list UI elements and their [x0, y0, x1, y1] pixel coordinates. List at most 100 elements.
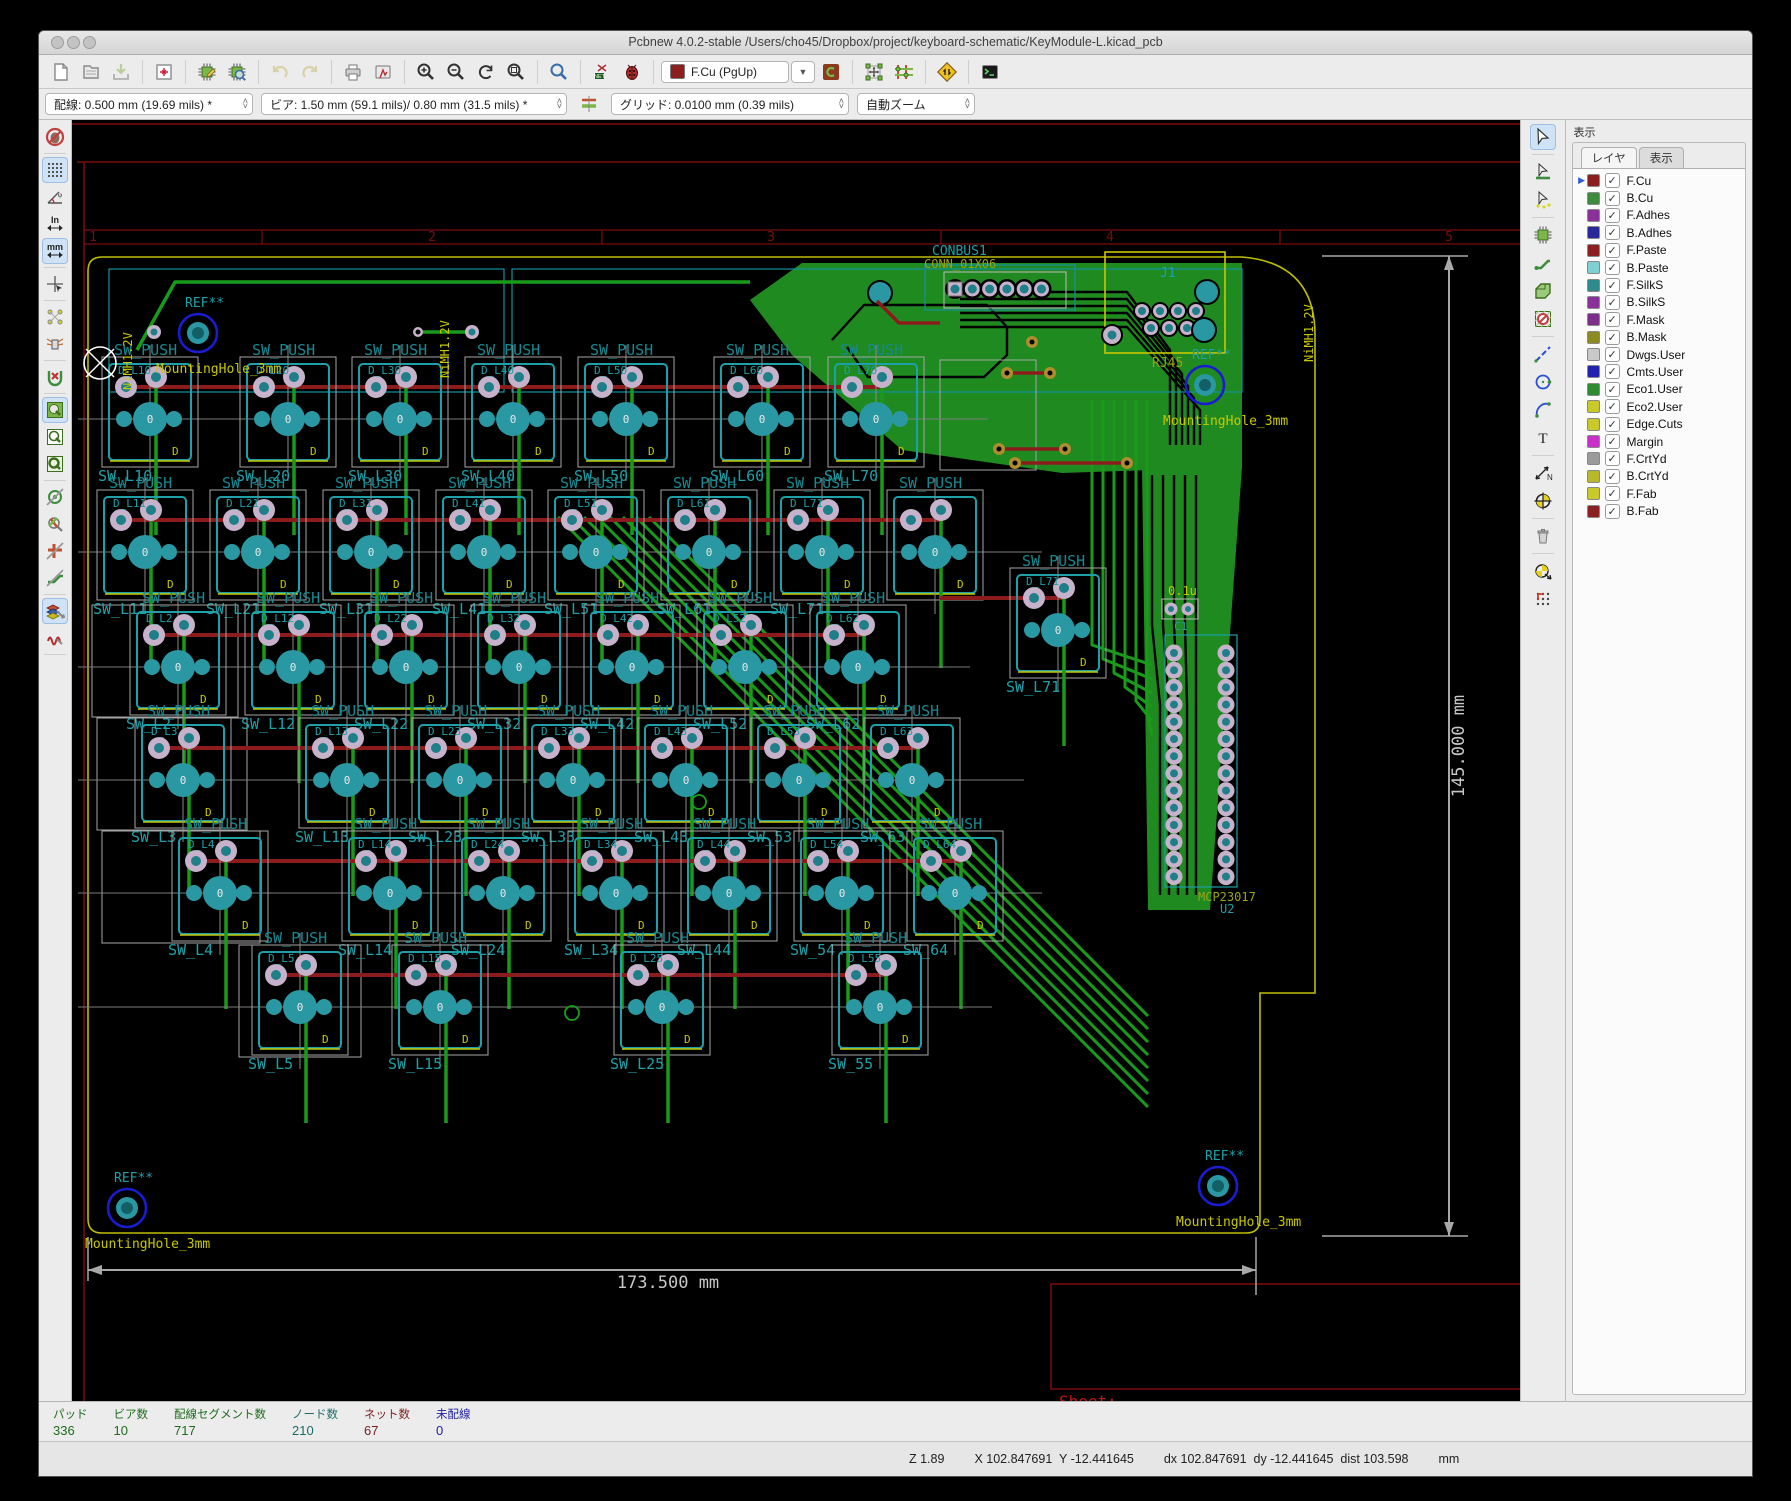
pads-sketch-toggle[interactable] [42, 538, 68, 564]
layer-color-swatch[interactable] [1587, 348, 1600, 361]
units-mm-toggle[interactable]: mm [42, 238, 68, 264]
layer-row-Cmts.User[interactable]: ✓Cmts.User [1573, 363, 1745, 380]
zoom-select[interactable]: 自動ズーム ˄˅ [857, 93, 975, 115]
grid-visibility-toggle[interactable] [42, 157, 68, 183]
layer-color-swatch[interactable] [1587, 261, 1600, 274]
layer-row-Margin[interactable]: ✓Margin [1573, 433, 1745, 450]
layer-color-swatch[interactable] [1587, 244, 1600, 257]
tab-render[interactable]: 表示 [1639, 147, 1684, 168]
layer-row-F.Adhes[interactable]: ✓F.Adhes [1573, 207, 1745, 224]
layer-visibility-checkbox[interactable]: ✓ [1605, 486, 1620, 501]
layer-row-B.SilkS[interactable]: ✓B.SilkS [1573, 294, 1745, 311]
track-via-mode-button[interactable] [817, 58, 845, 86]
track-width-select[interactable]: 配線: 0.500 mm (19.69 mils) * ˄˅ [45, 93, 253, 115]
interactive-router-settings-button[interactable] [933, 58, 961, 86]
via-size-select[interactable]: ビア: 1.50 mm (59.1 mils)/ 0.80 mm (31.5 m… [261, 93, 567, 115]
drill-origin-tool[interactable] [1530, 558, 1556, 584]
layer-color-swatch[interactable] [1587, 174, 1600, 187]
layer-row-B.Mask[interactable]: ✓B.Mask [1573, 329, 1745, 346]
layer-row-B.Fab[interactable]: ✓B.Fab [1573, 502, 1745, 519]
layer-visibility-checkbox[interactable]: ✓ [1605, 208, 1620, 223]
layer-visibility-checkbox[interactable]: ✓ [1605, 469, 1620, 484]
add-text-tool[interactable]: T [1530, 425, 1556, 451]
add-dimension-tool[interactable]: N [1530, 460, 1556, 486]
layer-color-swatch[interactable] [1587, 418, 1600, 431]
layer-color-swatch[interactable] [1587, 505, 1600, 518]
layer-visibility-checkbox[interactable]: ✓ [1605, 225, 1620, 240]
plot-button[interactable] [369, 58, 397, 86]
new-board-button[interactable] [47, 58, 75, 86]
layer-visibility-checkbox[interactable]: ✓ [1605, 173, 1620, 188]
zoom-out-button[interactable] [442, 58, 470, 86]
highlight-net-tool[interactable] [1530, 159, 1556, 185]
add-target-tool[interactable] [1530, 488, 1556, 514]
zones-outline-alt-toggle[interactable] [42, 451, 68, 477]
layer-color-swatch[interactable] [1587, 296, 1600, 309]
layer-selector[interactable]: F.Cu (PgUp) [661, 61, 789, 83]
vias-sketch-toggle[interactable] [42, 484, 68, 510]
layer-visibility-checkbox[interactable]: ✓ [1605, 364, 1620, 379]
select-tool[interactable] [1530, 124, 1556, 150]
units-inch-toggle[interactable]: In [42, 211, 68, 237]
redraw-button[interactable] [472, 58, 500, 86]
layer-row-B.CrtYd[interactable]: ✓B.CrtYd [1573, 468, 1745, 485]
layer-visibility-checkbox[interactable]: ✓ [1605, 347, 1620, 362]
layer-color-swatch[interactable] [1587, 331, 1600, 344]
layer-row-F.SilkS[interactable]: ✓F.SilkS [1573, 276, 1745, 293]
footprint-mode-button[interactable] [860, 58, 888, 86]
layer-visibility-checkbox[interactable]: ✓ [1605, 451, 1620, 466]
add-zone-tool[interactable] [1530, 278, 1556, 304]
layer-row-F.Mask[interactable]: ✓F.Mask [1573, 311, 1745, 328]
auto-track-width-button[interactable] [575, 90, 603, 118]
open-board-button[interactable] [77, 58, 105, 86]
zoom-fit-button[interactable] [502, 58, 530, 86]
footprint-viewer-button[interactable] [223, 58, 251, 86]
delete-tool[interactable] [1530, 523, 1556, 549]
layer-visibility-checkbox[interactable]: ✓ [1605, 330, 1620, 345]
undo-button[interactable] [266, 58, 294, 86]
footprint-editor-button[interactable] [193, 58, 221, 86]
layer-visibility-checkbox[interactable]: ✓ [1605, 260, 1620, 275]
route-track-tool[interactable] [1530, 250, 1556, 276]
layer-color-swatch[interactable] [1587, 400, 1600, 413]
layer-color-swatch[interactable] [1587, 192, 1600, 205]
layer-color-swatch[interactable] [1587, 365, 1600, 378]
add-arc-tool[interactable] [1530, 397, 1556, 423]
drc-button[interactable] [618, 58, 646, 86]
layer-row-Dwgs.User[interactable]: ✓Dwgs.User [1573, 346, 1745, 363]
layers-manager-toggle[interactable] [42, 598, 68, 624]
layer-row-B.Paste[interactable]: ✓B.Paste [1573, 259, 1745, 276]
local-ratsnest-tool[interactable] [1530, 187, 1556, 213]
layer-row-Eco1.User[interactable]: ✓Eco1.User [1573, 381, 1745, 398]
grid-select[interactable]: グリッド: 0.0100 mm (0.39 mils) ˄˅ [611, 93, 849, 115]
layer-color-swatch[interactable] [1587, 383, 1600, 396]
layer-row-F.Cu[interactable]: ▶✓F.Cu [1573, 172, 1745, 189]
layer-visibility-checkbox[interactable]: ✓ [1605, 278, 1620, 293]
polar-coords-toggle[interactable]: φ [42, 184, 68, 210]
layer-color-swatch[interactable] [1587, 226, 1600, 239]
grid-origin-tool[interactable] [1530, 586, 1556, 612]
layer-color-swatch[interactable] [1587, 279, 1600, 292]
print-button[interactable] [339, 58, 367, 86]
tracks-sketch-toggle[interactable] [42, 565, 68, 591]
layer-color-swatch[interactable] [1587, 470, 1600, 483]
layer-visibility-checkbox[interactable]: ✓ [1605, 434, 1620, 449]
layer-color-swatch[interactable] [1587, 209, 1600, 222]
layer-visibility-checkbox[interactable]: ✓ [1605, 382, 1620, 397]
layer-color-swatch[interactable] [1587, 487, 1600, 500]
layer-visibility-checkbox[interactable]: ✓ [1605, 399, 1620, 414]
zoom-in-button[interactable] [412, 58, 440, 86]
tab-layers[interactable]: レイヤ [1581, 147, 1637, 168]
layer-visibility-checkbox[interactable]: ✓ [1605, 295, 1620, 310]
drc-off-toggle[interactable] [42, 124, 68, 150]
layer-visibility-checkbox[interactable]: ✓ [1605, 312, 1620, 327]
layer-visibility-checkbox[interactable]: ✓ [1605, 191, 1620, 206]
layer-row-B.Adhes[interactable]: ✓B.Adhes [1573, 224, 1745, 241]
layer-color-swatch[interactable] [1587, 452, 1600, 465]
redo-button[interactable] [296, 58, 324, 86]
module-ratsnest-toggle[interactable] [42, 331, 68, 357]
title-bar[interactable]: Pcbnew 4.0.2-stable /Users/cho45/Dropbox… [39, 31, 1752, 55]
layer-row-F.Paste[interactable]: ✓F.Paste [1573, 242, 1745, 259]
ratsnest-toggle[interactable] [42, 304, 68, 330]
high-contrast-toggle[interactable] [42, 511, 68, 537]
